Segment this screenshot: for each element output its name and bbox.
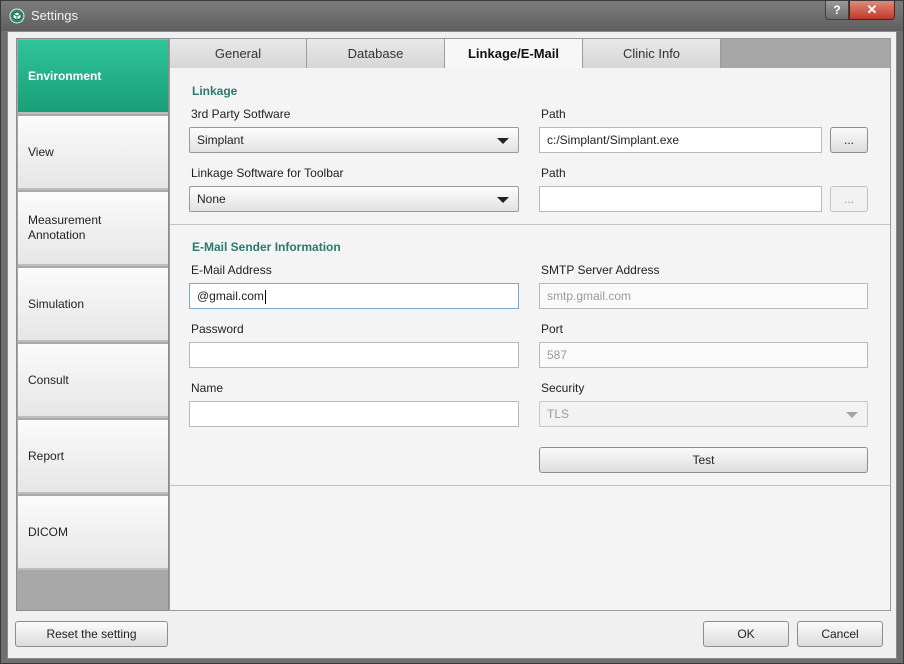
smtp-field[interactable]: smtp.gmail.com bbox=[539, 283, 868, 309]
title-bar[interactable]: Settings ? ✕ bbox=[1, 1, 903, 31]
path1-field[interactable]: c:/Simplant/Simplant.exe bbox=[539, 127, 822, 153]
sidebar-item-label: Simulation bbox=[28, 296, 85, 311]
sidebar-item-label: View bbox=[28, 144, 54, 159]
ok-button[interactable]: OK bbox=[703, 621, 789, 647]
name-field[interactable] bbox=[189, 401, 519, 427]
browse-path2-button[interactable]: ... bbox=[830, 186, 868, 212]
sidebar-item-label: Measurement Annotation bbox=[28, 213, 102, 242]
tab-clinic-info[interactable]: Clinic Info bbox=[583, 39, 721, 68]
security-select[interactable]: TLS bbox=[539, 401, 868, 427]
chevron-down-icon bbox=[497, 138, 509, 144]
close-button[interactable]: ✕ bbox=[849, 1, 895, 20]
sidebar-item-environment[interactable]: Environment bbox=[18, 40, 168, 114]
sidebar-item-view[interactable]: View bbox=[18, 116, 168, 190]
sidebar-item-dicom[interactable]: DICOM bbox=[18, 496, 168, 570]
window-title: Settings bbox=[31, 8, 78, 23]
path2-label: Path bbox=[541, 166, 566, 180]
tab-linkage-email[interactable]: Linkage/E-Mail bbox=[445, 39, 583, 68]
toolbar-software-select[interactable]: None bbox=[189, 186, 519, 212]
toolbar-software-value: None bbox=[197, 192, 226, 206]
chevron-down-icon bbox=[846, 412, 858, 418]
browse-path1-button[interactable]: ... bbox=[830, 127, 868, 153]
sidebar-item-label: DICOM bbox=[28, 524, 68, 539]
help-button[interactable]: ? bbox=[825, 1, 849, 20]
security-value: TLS bbox=[547, 407, 570, 421]
password-label: Password bbox=[191, 322, 244, 336]
sidebar-item-measurement-annotation[interactable]: Measurement Annotation bbox=[18, 192, 168, 266]
smtp-label: SMTP Server Address bbox=[541, 263, 660, 277]
third-party-label: 3rd Party Sotfware bbox=[191, 107, 291, 121]
sidebar-item-label: Environment bbox=[28, 68, 102, 83]
tab-database[interactable]: Database bbox=[307, 39, 445, 68]
path2-field[interactable] bbox=[539, 186, 822, 212]
port-field[interactable]: 587 bbox=[539, 342, 868, 368]
chevron-down-icon bbox=[497, 197, 509, 203]
path1-label: Path bbox=[541, 107, 566, 121]
email-section-title: E-Mail Sender Information bbox=[192, 240, 341, 254]
security-label: Security bbox=[541, 381, 585, 395]
reset-setting-button[interactable]: Reset the setting bbox=[15, 621, 168, 647]
password-field[interactable] bbox=[189, 342, 519, 368]
settings-window: Settings ? ✕ Environment View Measuremen… bbox=[0, 0, 904, 664]
sidebar-item-consult[interactable]: Consult bbox=[18, 344, 168, 418]
test-button[interactable]: Test bbox=[539, 447, 868, 473]
sidebar-item-label: Report bbox=[28, 448, 65, 463]
section-divider bbox=[170, 485, 890, 486]
tab-bar: General Database Linkage/E-Mail Clinic I… bbox=[170, 39, 890, 68]
settings-content: General Database Linkage/E-Mail Clinic I… bbox=[169, 38, 891, 611]
app-icon bbox=[9, 8, 25, 24]
section-divider bbox=[170, 224, 890, 225]
third-party-select[interactable]: Simplant bbox=[189, 127, 519, 153]
text-caret bbox=[264, 289, 266, 304]
email-address-label: E-Mail Address bbox=[191, 263, 272, 277]
port-label: Port bbox=[541, 322, 564, 336]
sidebar-item-simulation[interactable]: Simulation bbox=[18, 268, 168, 342]
tab-general[interactable]: General bbox=[170, 39, 307, 68]
sidebar-item-label: Consult bbox=[28, 372, 69, 387]
third-party-value: Simplant bbox=[197, 133, 244, 147]
name-label: Name bbox=[191, 381, 224, 395]
category-sidebar: Environment View Measurement Annotation … bbox=[16, 38, 169, 611]
sidebar-item-report[interactable]: Report bbox=[18, 420, 168, 494]
email-address-field[interactable]: @gmail.com bbox=[189, 283, 519, 309]
cancel-button[interactable]: Cancel bbox=[797, 621, 883, 647]
email-address-value: @gmail.com bbox=[197, 289, 264, 303]
toolbar-software-label: Linkage Software for Toolbar bbox=[191, 166, 344, 180]
linkage-section-title: Linkage bbox=[192, 84, 238, 98]
dialog-client: Environment View Measurement Annotation … bbox=[7, 31, 897, 659]
